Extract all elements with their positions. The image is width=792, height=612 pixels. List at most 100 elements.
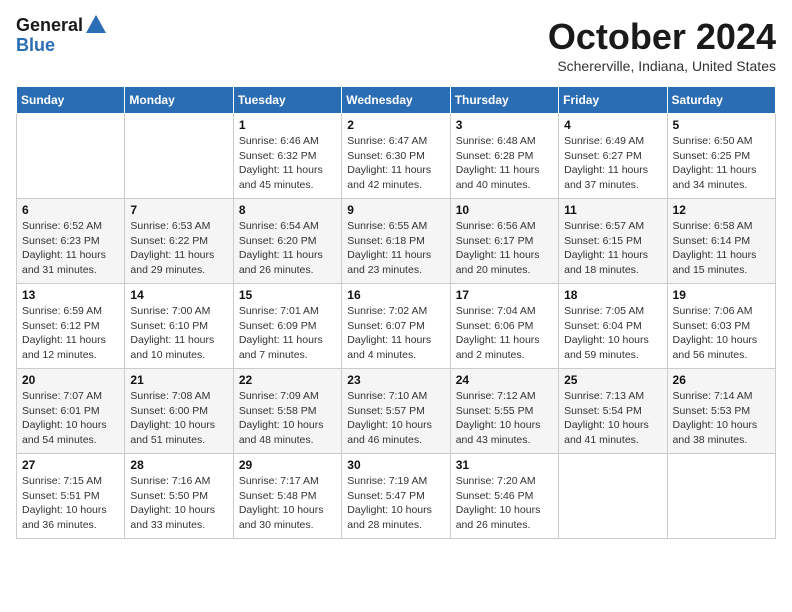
calendar-cell: 15Sunrise: 7:01 AMSunset: 6:09 PMDayligh… xyxy=(233,284,341,369)
day-info: Sunrise: 7:20 AMSunset: 5:46 PMDaylight:… xyxy=(456,474,553,533)
day-info: Sunrise: 6:48 AMSunset: 6:28 PMDaylight:… xyxy=(456,134,553,193)
calendar-cell: 1Sunrise: 6:46 AMSunset: 6:32 PMDaylight… xyxy=(233,114,341,199)
weekday-header-friday: Friday xyxy=(559,87,667,114)
location-subtitle: Schererville, Indiana, United States xyxy=(548,58,776,74)
day-number: 11 xyxy=(564,203,661,217)
day-number: 15 xyxy=(239,288,336,302)
calendar-header: SundayMondayTuesdayWednesdayThursdayFrid… xyxy=(17,87,776,114)
calendar-cell: 27 Sunrise: 7:15 AMSunset: 5:51 PMDayligh… xyxy=(17,454,125,539)
day-info: Sunrise: 7:16 AMSunset: 5:50 PMDaylight:… xyxy=(130,474,227,533)
day-info: Sunrise: 6:52 AMSunset: 6:23 PMDaylight:… xyxy=(22,219,119,278)
day-info: Sunrise: 6:58 AMSunset: 6:14 PMDaylight:… xyxy=(673,219,770,278)
calendar-week-row: 13 Sunrise: 6:59 AMSunset: 6:12 PMDayligh… xyxy=(17,284,776,369)
day-info: Sunrise: 7:05 AMSunset: 6:04 PMDaylight:… xyxy=(564,304,661,363)
day-number: 18 xyxy=(564,288,661,302)
day-info: Sunrise: 6:56 AMSunset: 6:17 PMDaylight:… xyxy=(456,219,553,278)
weekday-header-wednesday: Wednesday xyxy=(342,87,450,114)
day-number: 30 xyxy=(347,458,444,472)
day-info: Sunrise: 6:54 AMSunset: 6:20 PMDaylight:… xyxy=(239,219,336,278)
day-info: Sunrise: 7:08 AMSunset: 6:00 PMDaylight:… xyxy=(130,389,227,448)
calendar-cell: 5 Sunrise: 6:50 AMSunset: 6:25 PMDaylight… xyxy=(667,114,775,199)
day-info: Sunrise: 6:59 AMSunset: 6:12 PMDaylight:… xyxy=(22,304,119,363)
calendar-cell: 31Sunrise: 7:20 AMSunset: 5:46 PMDayligh… xyxy=(450,454,558,539)
weekday-header-row: SundayMondayTuesdayWednesdayThursdayFrid… xyxy=(17,87,776,114)
calendar-cell: 18 Sunrise: 7:05 AMSunset: 6:04 PMDayligh… xyxy=(559,284,667,369)
logo-general-text: General xyxy=(16,16,83,36)
calendar-week-row: 1Sunrise: 6:46 AMSunset: 6:32 PMDaylight… xyxy=(17,114,776,199)
day-info: Sunrise: 6:47 AMSunset: 6:30 PMDaylight:… xyxy=(347,134,444,193)
calendar-cell xyxy=(125,114,233,199)
calendar-cell: 6 Sunrise: 6:52 AMSunset: 6:23 PMDaylight… xyxy=(17,199,125,284)
logo-triangle-icon xyxy=(86,15,106,33)
day-number: 8 xyxy=(239,203,336,217)
calendar-cell: 20 Sunrise: 7:07 AMSunset: 6:01 PMDayligh… xyxy=(17,369,125,454)
calendar-cell: 8 Sunrise: 6:54 AMSunset: 6:20 PMDaylight… xyxy=(233,199,341,284)
day-number: 29 xyxy=(239,458,336,472)
day-number: 23 xyxy=(347,373,444,387)
day-number: 10 xyxy=(456,203,553,217)
calendar-cell: 4 Sunrise: 6:49 AMSunset: 6:27 PMDaylight… xyxy=(559,114,667,199)
calendar-cell: 25Sunrise: 7:13 AMSunset: 5:54 PMDayligh… xyxy=(559,369,667,454)
day-number: 14 xyxy=(130,288,227,302)
day-number: 17 xyxy=(456,288,553,302)
day-number: 22 xyxy=(239,373,336,387)
day-number: 26 xyxy=(673,373,770,387)
day-number: 5 xyxy=(673,118,770,132)
calendar-cell: 17 Sunrise: 7:04 AMSunset: 6:06 PMDayligh… xyxy=(450,284,558,369)
day-number: 19 xyxy=(673,288,770,302)
day-info: Sunrise: 7:07 AMSunset: 6:01 PMDaylight:… xyxy=(22,389,119,448)
day-info: Sunrise: 6:55 AMSunset: 6:18 PMDaylight:… xyxy=(347,219,444,278)
calendar-cell: 19 Sunrise: 7:06 AMSunset: 6:03 PMDayligh… xyxy=(667,284,775,369)
month-title: October 2024 xyxy=(548,16,776,58)
logo-blue-text: Blue xyxy=(16,36,55,56)
day-number: 4 xyxy=(564,118,661,132)
calendar-cell: 9 Sunrise: 6:55 AMSunset: 6:18 PMDaylight… xyxy=(342,199,450,284)
calendar-cell: 7 Sunrise: 6:53 AMSunset: 6:22 PMDaylight… xyxy=(125,199,233,284)
day-number: 9 xyxy=(347,203,444,217)
calendar-cell: 3 Sunrise: 6:48 AMSunset: 6:28 PMDaylight… xyxy=(450,114,558,199)
day-info: Sunrise: 6:50 AMSunset: 6:25 PMDaylight:… xyxy=(673,134,770,193)
weekday-header-saturday: Saturday xyxy=(667,87,775,114)
calendar-cell: 29 Sunrise: 7:17 AMSunset: 5:48 PMDayligh… xyxy=(233,454,341,539)
page-header: General Blue October 2024 Schererville, … xyxy=(16,16,776,74)
day-number: 27 xyxy=(22,458,119,472)
calendar-table: SundayMondayTuesdayWednesdayThursdayFrid… xyxy=(16,86,776,539)
day-info: Sunrise: 6:46 AMSunset: 6:32 PMDaylight:… xyxy=(239,134,336,193)
weekday-header-sunday: Sunday xyxy=(17,87,125,114)
day-info: Sunrise: 7:15 AMSunset: 5:51 PMDaylight:… xyxy=(22,474,119,533)
day-number: 28 xyxy=(130,458,227,472)
day-number: 2 xyxy=(347,118,444,132)
day-info: Sunrise: 6:53 AMSunset: 6:22 PMDaylight:… xyxy=(130,219,227,278)
day-info: Sunrise: 6:57 AMSunset: 6:15 PMDaylight:… xyxy=(564,219,661,278)
calendar-cell: 23 Sunrise: 7:10 AMSunset: 5:57 PMDayligh… xyxy=(342,369,450,454)
calendar-cell: 24 Sunrise: 7:12 AMSunset: 5:55 PMDayligh… xyxy=(450,369,558,454)
calendar-cell: 14 Sunrise: 7:00 AMSunset: 6:10 PMDayligh… xyxy=(125,284,233,369)
day-number: 6 xyxy=(22,203,119,217)
calendar-cell: 10 Sunrise: 6:56 AMSunset: 6:17 PMDayligh… xyxy=(450,199,558,284)
weekday-header-tuesday: Tuesday xyxy=(233,87,341,114)
weekday-header-monday: Monday xyxy=(125,87,233,114)
day-info: Sunrise: 7:13 AMSunset: 5:54 PMDaylight:… xyxy=(564,389,661,448)
logo: General Blue xyxy=(16,16,106,56)
day-number: 20 xyxy=(22,373,119,387)
day-info: Sunrise: 7:14 AMSunset: 5:53 PMDaylight:… xyxy=(673,389,770,448)
calendar-week-row: 6 Sunrise: 6:52 AMSunset: 6:23 PMDaylight… xyxy=(17,199,776,284)
day-info: Sunrise: 7:12 AMSunset: 5:55 PMDaylight:… xyxy=(456,389,553,448)
calendar-cell xyxy=(667,454,775,539)
day-info: Sunrise: 7:00 AMSunset: 6:10 PMDaylight:… xyxy=(130,304,227,363)
day-info: Sunrise: 7:09 AMSunset: 5:58 PMDaylight:… xyxy=(239,389,336,448)
day-info: Sunrise: 7:04 AMSunset: 6:06 PMDaylight:… xyxy=(456,304,553,363)
day-number: 13 xyxy=(22,288,119,302)
day-number: 7 xyxy=(130,203,227,217)
day-info: Sunrise: 7:17 AMSunset: 5:48 PMDaylight:… xyxy=(239,474,336,533)
day-info: Sunrise: 7:06 AMSunset: 6:03 PMDaylight:… xyxy=(673,304,770,363)
calendar-body: 1Sunrise: 6:46 AMSunset: 6:32 PMDaylight… xyxy=(17,114,776,539)
day-info: Sunrise: 7:10 AMSunset: 5:57 PMDaylight:… xyxy=(347,389,444,448)
day-info: Sunrise: 6:49 AMSunset: 6:27 PMDaylight:… xyxy=(564,134,661,193)
day-number: 3 xyxy=(456,118,553,132)
calendar-cell: 13 Sunrise: 6:59 AMSunset: 6:12 PMDayligh… xyxy=(17,284,125,369)
calendar-cell: 16 Sunrise: 7:02 AMSunset: 6:07 PMDayligh… xyxy=(342,284,450,369)
day-number: 16 xyxy=(347,288,444,302)
day-number: 24 xyxy=(456,373,553,387)
day-info: Sunrise: 7:02 AMSunset: 6:07 PMDaylight:… xyxy=(347,304,444,363)
